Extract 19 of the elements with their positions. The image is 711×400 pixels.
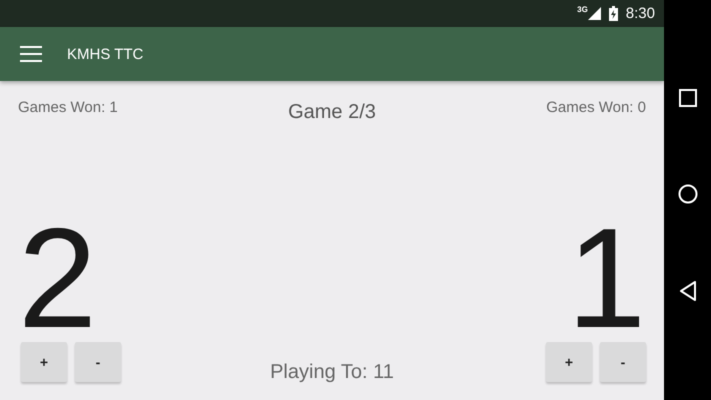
increment-button[interactable]: + [546, 342, 592, 382]
playing-to-label: Playing To: 11 [270, 361, 394, 384]
decrement-button[interactable]: - [75, 342, 121, 382]
games-won-label: Games Won: 1 [18, 99, 118, 118]
game-label: Game 2/3 [288, 101, 376, 124]
network-type: 3G [577, 5, 588, 14]
games-won-label: Games Won: 0 [546, 99, 646, 118]
back-icon[interactable] [678, 281, 696, 302]
menu-icon[interactable] [20, 46, 42, 62]
clock-time: 8:30 [626, 5, 655, 22]
decrement-button[interactable]: - [600, 342, 646, 382]
score-number: 1 [567, 224, 646, 334]
signal-icon [588, 7, 601, 20]
home-icon[interactable] [678, 184, 698, 204]
battery-icon [608, 6, 618, 21]
square-icon[interactable] [678, 88, 696, 107]
increment-button[interactable]: + [21, 342, 67, 382]
app-title: KMHS TTC [67, 46, 144, 62]
score-number: 2 [18, 224, 97, 334]
